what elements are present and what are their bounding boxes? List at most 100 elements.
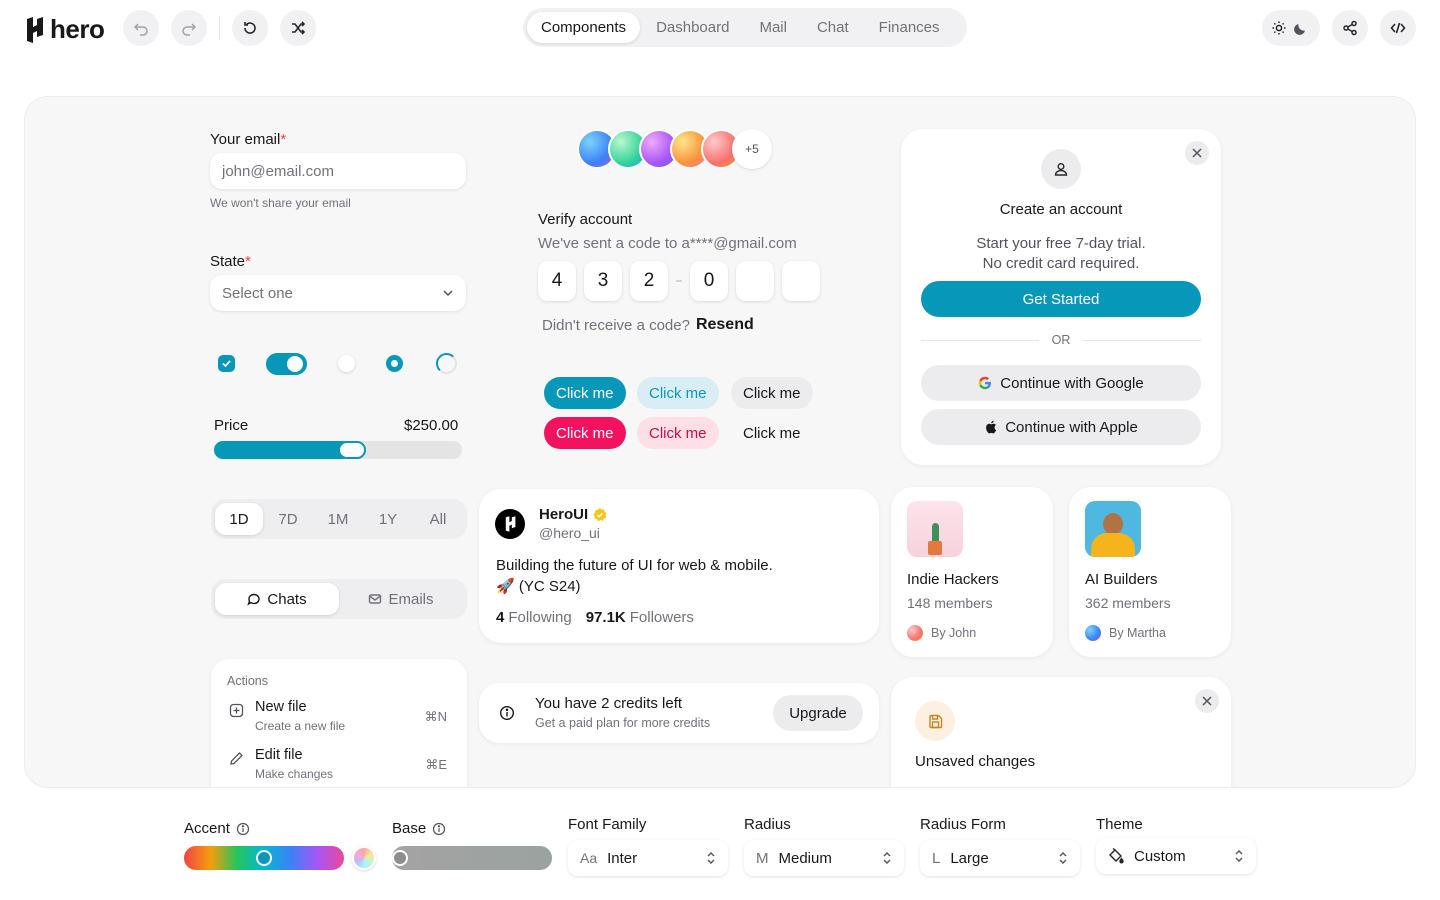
- close-icon: [1202, 696, 1212, 706]
- otp-digit[interactable]: 4: [538, 261, 576, 301]
- otp-digit[interactable]: 0: [690, 261, 728, 301]
- menu-item-description: Make changes: [255, 767, 334, 781]
- actions-title: Actions: [227, 674, 268, 688]
- tab-components[interactable]: Components: [527, 12, 641, 43]
- range-all[interactable]: All: [413, 503, 463, 535]
- radius-form-select[interactable]: L Large: [920, 840, 1080, 876]
- email-field[interactable]: john@email.com: [210, 153, 466, 189]
- click-button-primary-flat[interactable]: Click me: [637, 377, 719, 409]
- menu-item-new-file[interactable]: New file Create a new file ⌘N: [221, 697, 457, 741]
- chats-tab[interactable]: Chats: [215, 583, 339, 615]
- owner-label: By John: [931, 626, 977, 640]
- profile-stats: 4 Following 97.1K Followers: [496, 609, 694, 626]
- click-button-danger[interactable]: Click me: [544, 417, 626, 449]
- toggle-switch[interactable]: [266, 353, 307, 375]
- radius-value: Medium: [778, 849, 832, 867]
- following-label[interactable]: Following: [508, 609, 571, 626]
- close-button[interactable]: [1195, 689, 1219, 713]
- info-icon[interactable]: [236, 822, 250, 836]
- accent-slider-thumb[interactable]: [256, 850, 272, 866]
- price-slider-fill: [214, 441, 352, 459]
- moon-icon[interactable]: [1294, 21, 1308, 35]
- menu-item-edit-file[interactable]: Edit file Make changes ⌘E: [221, 745, 457, 787]
- followers-label[interactable]: Followers: [630, 609, 694, 626]
- range-1m[interactable]: 1M: [313, 503, 363, 535]
- redo-button[interactable]: [171, 10, 207, 46]
- mail-icon: [369, 594, 382, 604]
- radio-selected[interactable]: [386, 355, 403, 372]
- no-code-text: Didn't receive a code?: [542, 316, 690, 334]
- profile-name: HeroUI: [539, 506, 589, 523]
- google-signin-button[interactable]: Continue with Google: [921, 365, 1201, 401]
- undo-button[interactable]: [123, 10, 159, 46]
- otp-digit[interactable]: 3: [584, 261, 622, 301]
- radius-select[interactable]: M Medium: [744, 840, 904, 876]
- share-button[interactable]: [1332, 10, 1368, 46]
- avatar-more-count[interactable]: +5: [732, 129, 772, 169]
- base-slider-thumb[interactable]: [392, 850, 408, 866]
- shuffle-button[interactable]: [280, 10, 316, 46]
- community-card-ai-builders[interactable]: AI Builders 362 members By Martha: [1069, 487, 1231, 657]
- unsaved-title: Unsaved changes: [915, 753, 1036, 770]
- close-button[interactable]: [1185, 141, 1209, 165]
- info-icon: [499, 705, 515, 721]
- brand-logo[interactable]: hero: [24, 14, 105, 45]
- menu-item-label: New file: [255, 699, 307, 715]
- click-button-ghost[interactable]: Click me: [731, 417, 813, 449]
- save-icon-badge: [915, 701, 955, 741]
- apple-signin-button[interactable]: Continue with Apple: [921, 409, 1201, 445]
- credits-card: You have 2 credits left Get a paid plan …: [479, 683, 879, 743]
- price-slider-thumb[interactable]: [338, 441, 366, 459]
- resend-link[interactable]: Resend: [696, 316, 754, 334]
- time-range-group: 1D 7D 1M 1Y All: [211, 499, 467, 539]
- followers-count: 97.1K: [585, 609, 626, 626]
- code-button[interactable]: [1380, 10, 1416, 46]
- plus-square-icon: [229, 703, 244, 718]
- theme-toggle[interactable]: [1262, 10, 1320, 46]
- tab-mail[interactable]: Mail: [745, 12, 801, 43]
- radius-form-prefix: L: [932, 849, 941, 867]
- otp-digit[interactable]: 2: [630, 261, 668, 301]
- radio-unselected[interactable]: [338, 355, 355, 372]
- community-card-indie-hackers[interactable]: Indie Hackers 148 members By John: [891, 487, 1053, 657]
- google-icon: [979, 376, 992, 390]
- state-select[interactable]: Select one: [210, 275, 466, 311]
- checkbox-checked[interactable]: [218, 355, 235, 372]
- base-slider[interactable]: [392, 846, 552, 870]
- color-picker-swatch[interactable]: [352, 846, 376, 870]
- email-label: Your email*: [210, 131, 287, 148]
- community-owner: By John: [907, 625, 976, 641]
- accent-label: Accent: [184, 820, 250, 837]
- divider-right: [1083, 340, 1201, 341]
- tab-dashboard[interactable]: Dashboard: [642, 12, 743, 43]
- info-icon[interactable]: [432, 822, 446, 836]
- sun-icon[interactable]: [1272, 21, 1286, 35]
- apple-icon: [986, 420, 997, 434]
- theme-select[interactable]: Custom: [1096, 838, 1256, 874]
- click-button-danger-flat[interactable]: Click me: [637, 417, 719, 449]
- code-icon: [1390, 22, 1406, 34]
- tab-finances[interactable]: Finances: [865, 12, 954, 43]
- components-canvas: Your email* john@email.com We won't shar…: [24, 96, 1416, 788]
- otp-digit[interactable]: [782, 261, 820, 301]
- font-family-select[interactable]: Aa Inter: [568, 840, 728, 876]
- price-slider[interactable]: [214, 441, 462, 459]
- profile-avatar[interactable]: [495, 509, 525, 539]
- range-1d[interactable]: 1D: [215, 503, 263, 535]
- menu-item-shortcut: ⌘E: [425, 757, 447, 772]
- tab-chat[interactable]: Chat: [803, 12, 863, 43]
- range-1y[interactable]: 1Y: [363, 503, 413, 535]
- signup-title: Create an account: [999, 201, 1123, 218]
- click-button-default[interactable]: Click me: [731, 377, 813, 409]
- theme-label: Theme: [1096, 816, 1143, 833]
- click-button-primary[interactable]: Click me: [544, 377, 626, 409]
- menu-item-shortcut: ⌘N: [424, 709, 447, 724]
- range-7d[interactable]: 7D: [263, 503, 313, 535]
- reset-button[interactable]: [232, 10, 268, 46]
- emails-tab[interactable]: Emails: [339, 583, 463, 615]
- get-started-button[interactable]: Get Started: [921, 281, 1201, 317]
- accent-hue-slider[interactable]: [184, 846, 344, 870]
- upgrade-button[interactable]: Upgrade: [773, 695, 863, 731]
- otp-digit[interactable]: [736, 261, 774, 301]
- chevron-updown-icon: [707, 852, 715, 864]
